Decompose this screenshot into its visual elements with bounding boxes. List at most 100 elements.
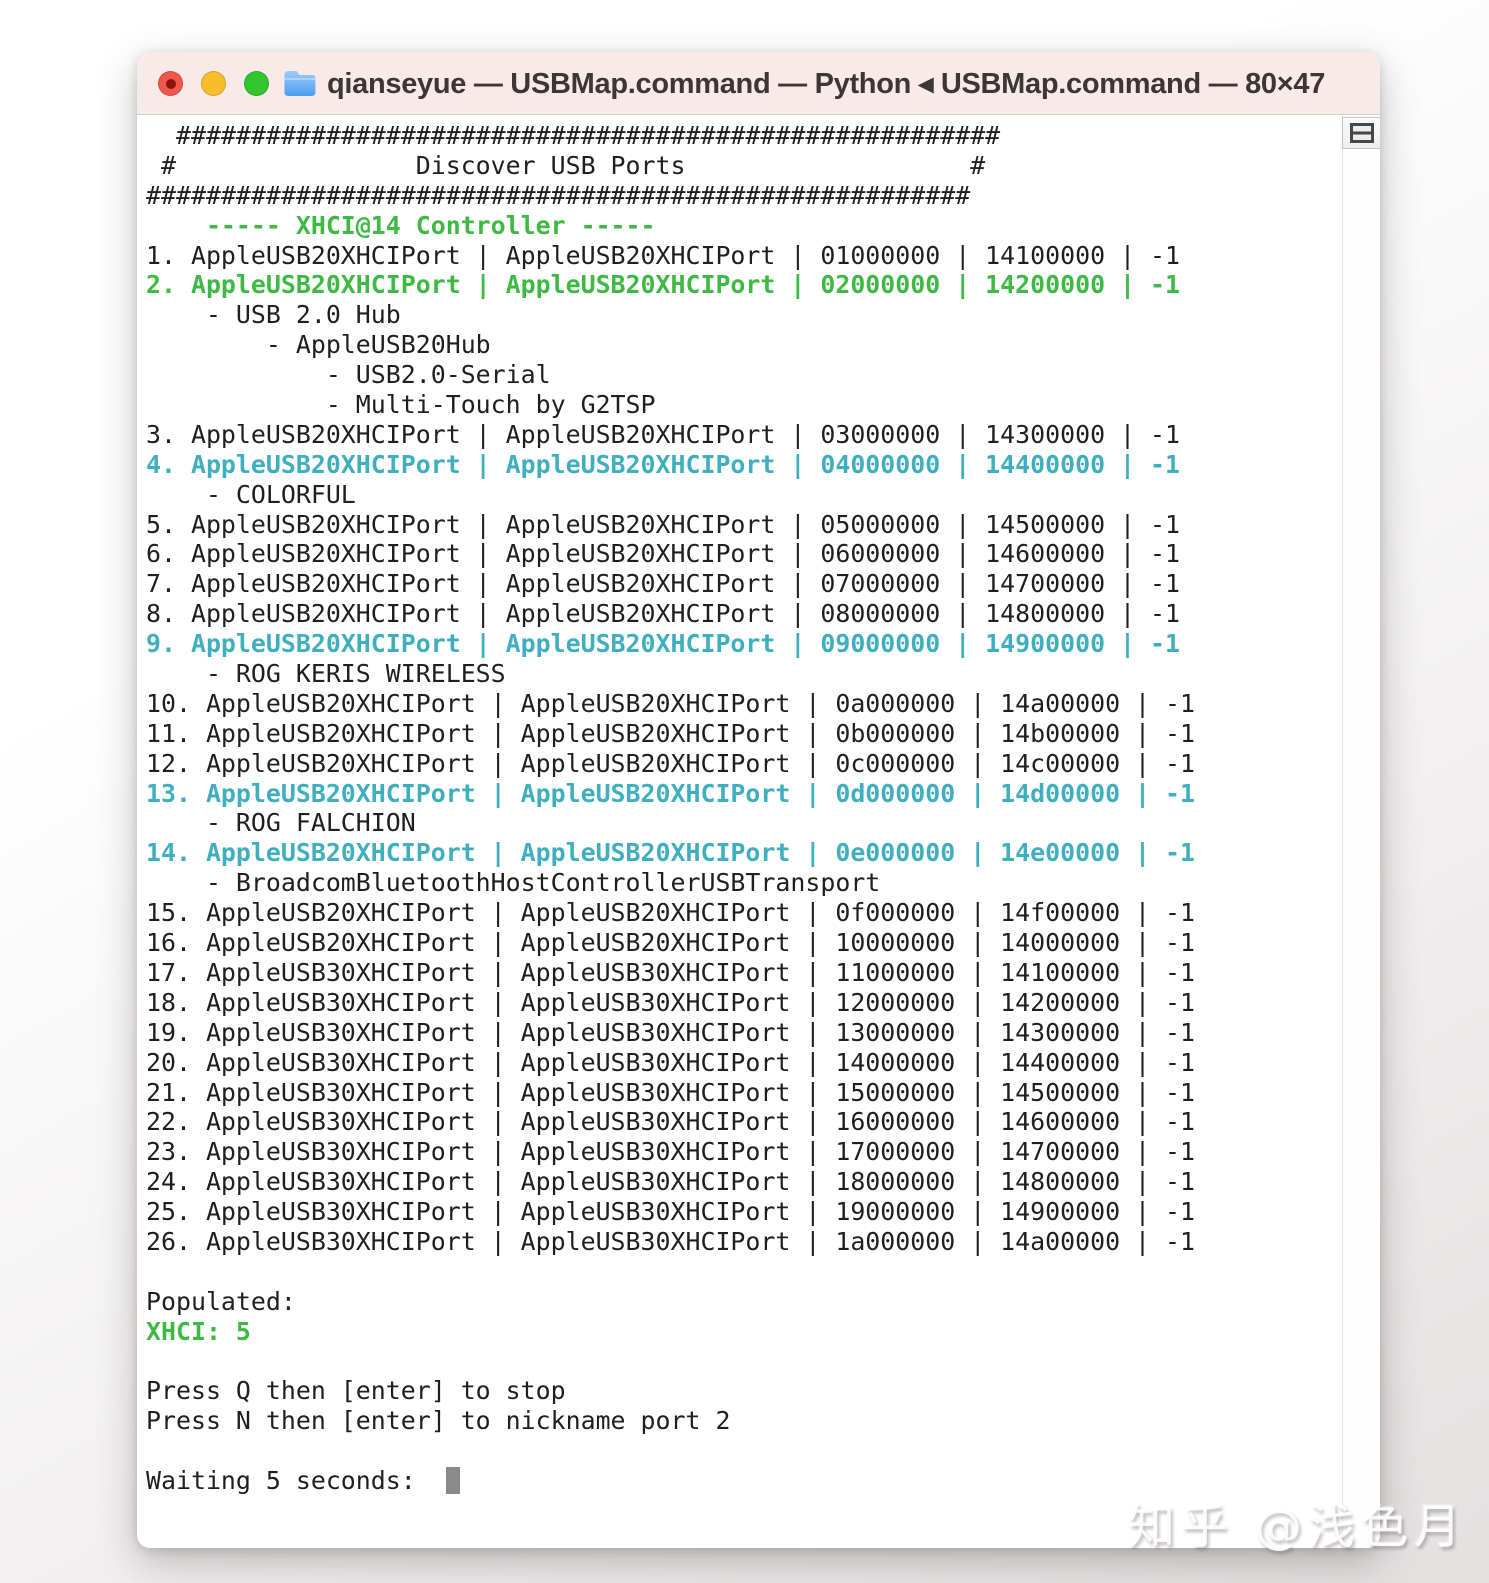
terminal-text-segment: 4. AppleUSB20XHCIPort | AppleUSB20XHCIPo… (146, 449, 1180, 479)
terminal-text-segment: 26. AppleUSB30XHCIPort | AppleUSB30XHCIP… (146, 1226, 1195, 1256)
terminal-line: - AppleUSB20Hub (146, 330, 1342, 360)
terminal-line: 15. AppleUSB20XHCIPort | AppleUSB20XHCIP… (146, 898, 1342, 928)
terminal-line: 4. AppleUSB20XHCIPort | AppleUSB20XHCIPo… (146, 450, 1342, 480)
terminal-text-segment: 9. AppleUSB20XHCIPort | AppleUSB20XHCIPo… (146, 629, 1180, 659)
terminal-line: 1. AppleUSB20XHCIPort | AppleUSB20XHCIPo… (146, 241, 1342, 271)
terminal-text-segment: # Discover USB Ports # (146, 150, 986, 180)
terminal-text-segment: ----- XHCI@14 Controller ----- (146, 210, 656, 240)
terminal-text-segment: - BroadcomBluetoothHostControllerUSBTran… (146, 868, 881, 898)
terminal-line: ----- XHCI@14 Controller ----- (146, 211, 1342, 241)
terminal-text-segment: Press N then [enter] to nickname port 2 (146, 1406, 731, 1436)
split-pane-icon (1349, 123, 1374, 143)
terminal-text-segment: - USB2.0-Serial (146, 360, 551, 390)
terminal-line: 22. AppleUSB30XHCIPort | AppleUSB30XHCIP… (146, 1107, 1342, 1137)
scrollbar-track[interactable] (1342, 115, 1380, 1548)
terminal-text-segment: 25. AppleUSB30XHCIPort | AppleUSB30XHCIP… (146, 1197, 1195, 1227)
terminal-text-segment: - AppleUSB20Hub (146, 330, 491, 360)
terminal-text-segment: - ROG KERIS WIRELESS (146, 659, 506, 689)
terminal-line: 13. AppleUSB20XHCIPort | AppleUSB20XHCIP… (146, 779, 1342, 809)
terminal-line: 17. AppleUSB30XHCIPort | AppleUSB30XHCIP… (146, 958, 1342, 988)
terminal-line: 11. AppleUSB20XHCIPort | AppleUSB20XHCIP… (146, 719, 1342, 749)
terminal-window: qianseyue — USBMap.command — Python ◂ US… (137, 52, 1380, 1548)
terminal-line: 19. AppleUSB30XHCIPort | AppleUSB30XHCIP… (146, 1018, 1342, 1048)
terminal-text-segment: 10. AppleUSB20XHCIPort | AppleUSB20XHCIP… (146, 688, 1195, 718)
minimize-button[interactable] (201, 71, 226, 96)
terminal-line: 26. AppleUSB30XHCIPort | AppleUSB30XHCIP… (146, 1227, 1342, 1257)
terminal-line: ########################################… (146, 121, 1342, 151)
terminal-text-segment: 20. AppleUSB30XHCIPort | AppleUSB30XHCIP… (146, 1047, 1195, 1077)
terminal-line: - USB2.0-Serial (146, 360, 1342, 390)
terminal-line: Waiting 5 seconds: (146, 1466, 1342, 1496)
terminal-text-segment: 5. AppleUSB20XHCIPort | AppleUSB20XHCIPo… (146, 509, 1180, 539)
title-group: qianseyue — USBMap.command — Python ◂ US… (282, 52, 1325, 114)
traffic-lights (158, 71, 269, 96)
terminal-text-segment: 19. AppleUSB30XHCIPort | AppleUSB30XHCIP… (146, 1017, 1195, 1047)
close-button[interactable] (158, 71, 183, 96)
unsaved-indicator-dot (165, 78, 176, 89)
terminal-text-segment: 22. AppleUSB30XHCIPort | AppleUSB30XHCIP… (146, 1107, 1195, 1137)
terminal-line: 8. AppleUSB20XHCIPort | AppleUSB20XHCIPo… (146, 599, 1342, 629)
terminal-line: 7. AppleUSB20XHCIPort | AppleUSB20XHCIPo… (146, 569, 1342, 599)
proxy-folder-icon[interactable] (282, 69, 316, 97)
terminal-line: ########################################… (146, 181, 1342, 211)
terminal-text-segment: 2. AppleUSB20XHCIPort | AppleUSB20XHCIPo… (146, 270, 1180, 300)
terminal-line: 14. AppleUSB20XHCIPort | AppleUSB20XHCIP… (146, 838, 1342, 868)
terminal-text-segment: 3. AppleUSB20XHCIPort | AppleUSB20XHCIPo… (146, 419, 1180, 449)
terminal-line: 9. AppleUSB20XHCIPort | AppleUSB20XHCIPo… (146, 629, 1342, 659)
terminal-cursor (445, 1466, 460, 1494)
page-background: { "window": { "title": "qianseyue — USBM… (0, 0, 1489, 1583)
terminal-line: - Multi-Touch by G2TSP (146, 390, 1342, 420)
terminal-line: XHCI: 5 (146, 1317, 1342, 1347)
terminal-text-segment: 14. AppleUSB20XHCIPort | AppleUSB20XHCIP… (146, 838, 1195, 868)
terminal-line: Press N then [enter] to nickname port 2 (146, 1406, 1342, 1436)
terminal-text-segment: - COLORFUL (146, 479, 356, 509)
terminal-text-segment: 6. AppleUSB20XHCIPort | AppleUSB20XHCIPo… (146, 539, 1180, 569)
terminal-line: 18. AppleUSB30XHCIPort | AppleUSB30XHCIP… (146, 988, 1342, 1018)
terminal-text-segment: 23. AppleUSB30XHCIPort | AppleUSB30XHCIP… (146, 1137, 1195, 1167)
terminal-line: 12. AppleUSB20XHCIPort | AppleUSB20XHCIP… (146, 749, 1342, 779)
terminal-text-segment: 18. AppleUSB30XHCIPort | AppleUSB30XHCIP… (146, 987, 1195, 1017)
terminal-text-segment: - USB 2.0 Hub (146, 300, 401, 330)
terminal-text-segment: 16. AppleUSB20XHCIPort | AppleUSB20XHCIP… (146, 928, 1195, 958)
terminal-line: 3. AppleUSB20XHCIPort | AppleUSB20XHCIPo… (146, 420, 1342, 450)
terminal-line: - COLORFUL (146, 480, 1342, 510)
terminal-text-segment: - ROG FALCHION (146, 808, 416, 838)
terminal-text-segment: 11. AppleUSB20XHCIPort | AppleUSB20XHCIP… (146, 718, 1195, 748)
terminal-text-segment: 15. AppleUSB20XHCIPort | AppleUSB20XHCIP… (146, 898, 1195, 928)
terminal-text-segment: ########################################… (146, 180, 971, 210)
terminal-line: 2. AppleUSB20XHCIPort | AppleUSB20XHCIPo… (146, 270, 1342, 300)
terminal-line: 23. AppleUSB30XHCIPort | AppleUSB30XHCIP… (146, 1137, 1342, 1167)
terminal-text-segment: 7. AppleUSB20XHCIPort | AppleUSB20XHCIPo… (146, 569, 1180, 599)
terminal-text-segment: - Multi-Touch by G2TSP (146, 390, 656, 420)
terminal-line: 25. AppleUSB30XHCIPort | AppleUSB30XHCIP… (146, 1197, 1342, 1227)
terminal-text-segment: 24. AppleUSB30XHCIPort | AppleUSB30XHCIP… (146, 1167, 1195, 1197)
folder-icon (283, 71, 315, 96)
window-title: qianseyue — USBMap.command — Python ◂ US… (326, 67, 1326, 100)
terminal-line: - BroadcomBluetoothHostControllerUSBTran… (146, 868, 1342, 898)
terminal-line: Populated: (146, 1287, 1342, 1317)
terminal-line: 10. AppleUSB20XHCIPort | AppleUSB20XHCIP… (146, 689, 1342, 719)
terminal-line: 5. AppleUSB20XHCIPort | AppleUSB20XHCIPo… (146, 510, 1342, 540)
terminal-line: - ROG KERIS WIRELESS (146, 659, 1342, 689)
terminal-text-segment: Populated: (146, 1286, 296, 1316)
titlebar[interactable]: qianseyue — USBMap.command — Python ◂ US… (137, 52, 1380, 115)
terminal-text-segment: 13. AppleUSB20XHCIPort | AppleUSB20XHCIP… (146, 778, 1195, 808)
terminal-line: 20. AppleUSB30XHCIPort | AppleUSB30XHCIP… (146, 1048, 1342, 1078)
terminal-output[interactable]: ########################################… (137, 115, 1342, 1548)
terminal-text-segment: ########################################… (146, 121, 1001, 150)
terminal-line: # Discover USB Ports # (146, 151, 1342, 181)
terminal-text-segment: 21. AppleUSB30XHCIPort | AppleUSB30XHCIP… (146, 1077, 1195, 1107)
terminal-line: 21. AppleUSB30XHCIPort | AppleUSB30XHCIP… (146, 1078, 1342, 1108)
terminal-text-segment: Press Q then [enter] to stop (146, 1376, 566, 1406)
terminal-line: - ROG FALCHION (146, 808, 1342, 838)
zoom-button[interactable] (244, 71, 269, 96)
terminal-line: 16. AppleUSB20XHCIPort | AppleUSB20XHCIP… (146, 928, 1342, 958)
terminal-text-segment: 8. AppleUSB20XHCIPort | AppleUSB20XHCIPo… (146, 599, 1180, 629)
split-pane-button[interactable] (1342, 117, 1380, 149)
terminal-text-segment: Waiting 5 seconds: (146, 1466, 446, 1496)
terminal-text-segment: 17. AppleUSB30XHCIPort | AppleUSB30XHCIP… (146, 957, 1195, 987)
